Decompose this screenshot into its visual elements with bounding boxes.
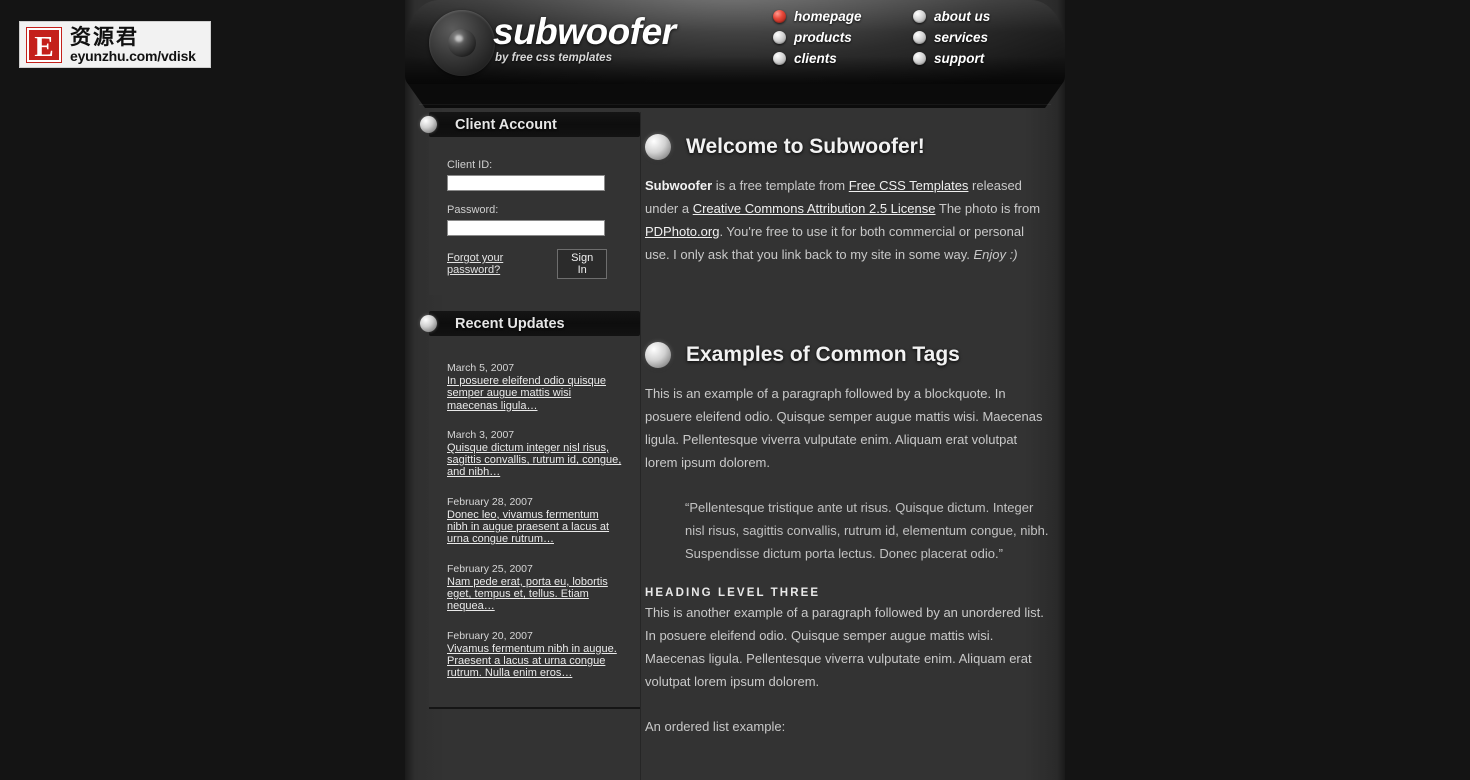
update-link[interactable]: Quisque dictum integer nisl risus, sagit… (447, 442, 622, 479)
watermark-logo: E 资源君 eyunzhu.com/vdisk (19, 21, 211, 68)
nav-item-clients[interactable]: clients (773, 48, 913, 69)
tags-paragraph-two: This is another example of a paragraph f… (645, 605, 1044, 689)
main-column: Welcome to Subwoofer! Subwoofer is a fre… (645, 112, 1051, 780)
forgot-password-link[interactable]: Forgot your password? (447, 252, 557, 276)
update-date: March 5, 2007 (447, 362, 515, 374)
nav-bullet-icon (913, 31, 926, 44)
list-item: March 3, 2007 Quisque dictum integer nis… (447, 429, 622, 479)
example-blockquote: “Pellentesque tristique ante ut risus. Q… (685, 500, 1049, 561)
list-item: February 25, 2007 Nam pede erat, porta e… (447, 563, 622, 613)
welcome-text-a: is a free template from (712, 178, 849, 193)
site-header: subwoofer by free css templates homepage… (405, 0, 1065, 86)
client-account-form: Client ID: Password: Forgot your passwor… (429, 137, 640, 295)
watermark-chinese-text: 资源君 (70, 24, 139, 49)
brand-block: subwoofer by free css templates (493, 13, 676, 64)
nav-column-left: homepage products clients (773, 6, 913, 69)
welcome-text-c: The photo is from (935, 201, 1041, 216)
pdphoto-link[interactable]: PDPhoto.org (645, 224, 719, 239)
update-date: February 20, 2007 (447, 629, 533, 642)
nav-item-label: services (934, 30, 989, 45)
sidebar-heading-label: Recent Updates (455, 315, 565, 332)
nav-item-about-us[interactable]: about us (913, 6, 1053, 27)
sidebar-heading-label: Client Account (455, 116, 557, 133)
watermark-text: 资源君 eyunzhu.com/vdisk (70, 24, 196, 64)
client-id-input[interactable] (447, 175, 605, 191)
nav-item-services[interactable]: services (913, 27, 1053, 48)
nav-bullet-icon (773, 52, 786, 65)
section-bullet-icon (645, 342, 671, 368)
update-link[interactable]: Vivamus fermentum nibh in augue. Praesen… (447, 643, 622, 680)
client-id-label: Client ID: (447, 159, 493, 171)
nav-item-homepage[interactable]: homepage (773, 6, 913, 27)
brand-subtitle: by free css templates (495, 52, 612, 64)
nav-bullet-icon (773, 10, 786, 23)
license-link[interactable]: Creative Commons Attribution 2.5 License (693, 201, 936, 216)
update-link[interactable]: Donec leo, vivamus fermentum nibh in aug… (447, 509, 622, 546)
update-date: February 25, 2007 (447, 562, 533, 575)
login-actions: Forgot your password? Sign In (447, 249, 607, 279)
update-date: February 28, 2007 (447, 495, 533, 508)
nav-bullet-icon (773, 31, 786, 44)
list-item: February 20, 2007 Vivamus fermentum nibh… (447, 630, 622, 680)
nav-bullet-icon (913, 10, 926, 23)
section-bullet-icon (645, 134, 671, 160)
nav-item-label: about us (934, 9, 991, 24)
tags-paragraph-one: This is an example of a paragraph follow… (645, 386, 1043, 470)
section-bullet-icon (420, 116, 437, 133)
nav-item-products[interactable]: products (773, 27, 913, 48)
nav-item-label: homepage (794, 9, 862, 24)
common-tags-heading: Examples of Common Tags (645, 340, 1051, 370)
recent-updates-list: March 5, 2007 In posuere eleifend odio q… (429, 336, 640, 710)
speaker-cone-highlight-icon (455, 35, 463, 42)
header-divider-line (419, 104, 1051, 105)
page-container: subwoofer by free css templates homepage… (405, 0, 1065, 780)
tags-paragraph-three: An ordered list example: (645, 719, 786, 734)
sidebar-heading-client-account: Client Account (420, 112, 640, 137)
nav-column-right: about us services support (913, 6, 1053, 69)
free-css-templates-link[interactable]: Free CSS Templates (849, 178, 969, 193)
nav-item-label: products (794, 30, 852, 45)
heading-level-three: Heading Level Three (645, 587, 821, 599)
section-bullet-icon (420, 315, 437, 332)
welcome-section: Welcome to Subwoofer! Subwoofer is a fre… (645, 132, 1051, 266)
content-area: Client Account Client ID: Password: Forg… (405, 112, 1065, 780)
update-link[interactable]: In posuere eleifend odio quisque semper … (447, 375, 622, 412)
sidebar-heading-recent-updates: Recent Updates (420, 311, 640, 336)
common-tags-section: Examples of Common Tags This is an examp… (645, 340, 1051, 738)
password-input[interactable] (447, 220, 605, 236)
sidebar: Client Account Client ID: Password: Forg… (419, 112, 641, 780)
nav-item-label: clients (794, 51, 837, 66)
watermark-badge-letter: E (26, 26, 62, 63)
welcome-heading: Welcome to Subwoofer! (645, 132, 1051, 162)
sign-in-button[interactable]: Sign In (557, 249, 607, 279)
password-label: Password: (447, 204, 499, 216)
welcome-strong: Subwoofer (645, 178, 713, 193)
brand-title: subwoofer (493, 11, 676, 52)
update-link[interactable]: Nam pede erat, porta eu, lobortis eget, … (447, 576, 622, 613)
nav-bullet-icon (913, 52, 926, 65)
speaker-cone-icon (429, 10, 495, 76)
main-navigation: homepage products clients about us servi… (773, 6, 1063, 69)
section-title: Examples of Common Tags (686, 343, 960, 366)
watermark-url-text: eyunzhu.com/vdisk (70, 47, 196, 64)
welcome-enjoy-text: Enjoy :) (973, 247, 1018, 262)
speaker-cone-inner-icon (448, 29, 476, 57)
update-date: March 3, 2007 (447, 428, 515, 441)
nav-item-support[interactable]: support (913, 48, 1053, 69)
welcome-paragraph: Subwoofer is a free template from Free C… (645, 174, 1051, 266)
list-item: February 28, 2007 Donec leo, vivamus fer… (447, 496, 622, 546)
list-item: March 5, 2007 In posuere eleifend odio q… (447, 362, 622, 412)
nav-item-label: support (934, 51, 985, 66)
page-title: Welcome to Subwoofer! (686, 135, 925, 158)
